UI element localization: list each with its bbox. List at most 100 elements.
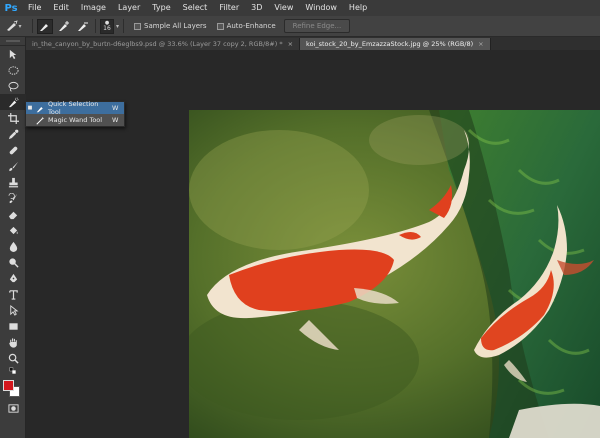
menu-type[interactable]: Type	[146, 0, 176, 16]
sample-all-layers-label: Sample All Layers	[144, 22, 207, 30]
selection-tool-flyout: ■ Quick Selection Tool W Magic Wand Tool…	[25, 100, 125, 127]
flyout-item-quick-selection[interactable]: ■ Quick Selection Tool W	[26, 100, 124, 116]
options-bar: ▾ ● 16 ▾ Sample All Layers Auto-Enhance …	[0, 16, 600, 37]
menu-layer[interactable]: Layer	[112, 0, 146, 16]
move-icon	[9, 49, 16, 59]
new-selection-button[interactable]	[37, 18, 53, 34]
menu-filter[interactable]: Filter	[213, 0, 245, 16]
sample-all-layers-checkbox[interactable]	[134, 22, 142, 30]
blur-tool[interactable]	[0, 238, 26, 254]
magic-wand-icon	[34, 115, 46, 125]
refine-edge-button[interactable]: Refine Edge...	[283, 19, 351, 33]
menu-view[interactable]: View	[268, 0, 299, 16]
quick-selection-icon	[8, 97, 18, 107]
pen-icon	[9, 273, 17, 282]
add-to-selection-button[interactable]	[56, 19, 72, 34]
auto-enhance-label: Auto-Enhance	[226, 22, 276, 30]
brush-add-selection-icon	[59, 21, 69, 31]
tool-preset-picker[interactable]: ▾	[0, 19, 28, 34]
dodge-icon	[8, 257, 19, 268]
marquee-icon	[7, 65, 19, 75]
menu-file[interactable]: File	[22, 0, 47, 16]
lasso-icon	[7, 81, 19, 92]
path-selection-icon	[9, 304, 18, 316]
paint-bucket-icon	[9, 226, 18, 234]
quick-selection-icon	[7, 20, 19, 31]
koi-photo-image	[189, 110, 600, 438]
default-colors-button[interactable]	[0, 366, 26, 376]
drop-icon	[9, 241, 17, 252]
brush-size-picker[interactable]: ● 16	[100, 18, 114, 34]
quick-mask-button[interactable]	[0, 400, 26, 416]
menu-window[interactable]: Window	[299, 0, 343, 16]
menu-3d[interactable]: 3D	[245, 0, 268, 16]
quick-selection-icon	[34, 103, 46, 113]
tab-koi-document[interactable]: koi_stock_20_by_EmzazzaStock.jpg @ 25% (…	[300, 38, 491, 50]
move-tool[interactable]	[0, 46, 26, 62]
menu-edit[interactable]: Edit	[47, 0, 75, 16]
lasso-tool[interactable]	[0, 78, 26, 94]
tab-label: in_the_canyon_by_burtn-d6eglbs9.psd @ 33…	[32, 40, 283, 48]
magnifier-icon	[8, 353, 19, 364]
eraser-tool[interactable]	[0, 206, 26, 222]
separator	[95, 19, 96, 33]
bandage-icon	[9, 146, 17, 154]
quick-selection-tool[interactable]	[0, 94, 26, 110]
brush-size-value: 16	[103, 25, 111, 32]
eyedropper-tool[interactable]	[0, 126, 26, 142]
marquee-tool[interactable]	[0, 62, 26, 78]
hand-tool[interactable]	[0, 334, 26, 350]
history-brush-icon	[8, 192, 17, 203]
path-selection-tool[interactable]	[0, 302, 26, 318]
clone-stamp-tool[interactable]	[0, 174, 26, 190]
color-swatches[interactable]	[0, 378, 26, 400]
type-icon	[8, 289, 18, 300]
photoshop-logo: Ps	[4, 2, 18, 14]
koi-photo-canvas[interactable]	[189, 110, 600, 438]
flyout-item-magic-wand[interactable]: Magic Wand Tool W	[26, 114, 124, 126]
selected-bullet-icon: ■	[27, 105, 33, 111]
quick-mask-icon	[7, 403, 19, 413]
rectangle-icon	[8, 322, 18, 330]
foreground-color-swatch[interactable]	[3, 380, 14, 391]
pen-tool[interactable]	[0, 270, 26, 286]
menu-image[interactable]: Image	[75, 0, 112, 16]
close-icon[interactable]: ×	[288, 40, 293, 48]
document-tab-bar: in_the_canyon_by_burtn-d6eglbs9.psd @ 33…	[26, 37, 600, 50]
eraser-icon	[8, 211, 17, 219]
history-brush-tool[interactable]	[0, 190, 26, 206]
menu-select[interactable]: Select	[177, 0, 214, 16]
tab-canyon-document[interactable]: in_the_canyon_by_burtn-d6eglbs9.psd @ 33…	[26, 38, 301, 50]
dodge-tool[interactable]	[0, 254, 26, 270]
tab-label: koi_stock_20_by_EmzazzaStock.jpg @ 25% (…	[306, 40, 474, 48]
menu-bar: Ps File Edit Image Layer Type Select Fil…	[0, 0, 600, 16]
auto-enhance-checkbox[interactable]	[216, 22, 224, 30]
crop-icon	[7, 112, 19, 124]
tools-panel	[0, 37, 26, 438]
menu-items: File Edit Image Layer Type Select Filter…	[22, 0, 373, 16]
eyedropper-icon	[8, 129, 18, 139]
chevron-down-icon[interactable]: ▾	[116, 23, 119, 30]
separator	[32, 19, 33, 33]
brush-subtract-selection-icon	[78, 22, 88, 31]
subtract-from-selection-button[interactable]	[75, 19, 91, 34]
healing-brush-tool[interactable]	[0, 142, 26, 158]
close-icon[interactable]: ×	[478, 40, 483, 48]
flyout-item-label: Magic Wand Tool	[48, 116, 103, 124]
separator	[123, 19, 125, 33]
flyout-item-shortcut: W	[112, 104, 119, 112]
type-tool[interactable]	[0, 286, 26, 302]
zoom-tool[interactable]	[0, 350, 26, 366]
paint-bucket-tool[interactable]	[0, 222, 26, 238]
brush-tool[interactable]	[0, 158, 26, 174]
flyout-item-shortcut: W	[112, 116, 119, 124]
brush-new-selection-icon	[40, 24, 48, 31]
menu-help[interactable]: Help	[343, 0, 373, 16]
panel-grip[interactable]	[0, 37, 25, 46]
brush-icon	[8, 161, 18, 171]
hand-icon	[8, 337, 17, 348]
default-colors-icon	[9, 367, 16, 374]
rectangle-tool[interactable]	[0, 318, 26, 334]
chevron-down-icon: ▾	[18, 22, 22, 30]
crop-tool[interactable]	[0, 110, 26, 126]
